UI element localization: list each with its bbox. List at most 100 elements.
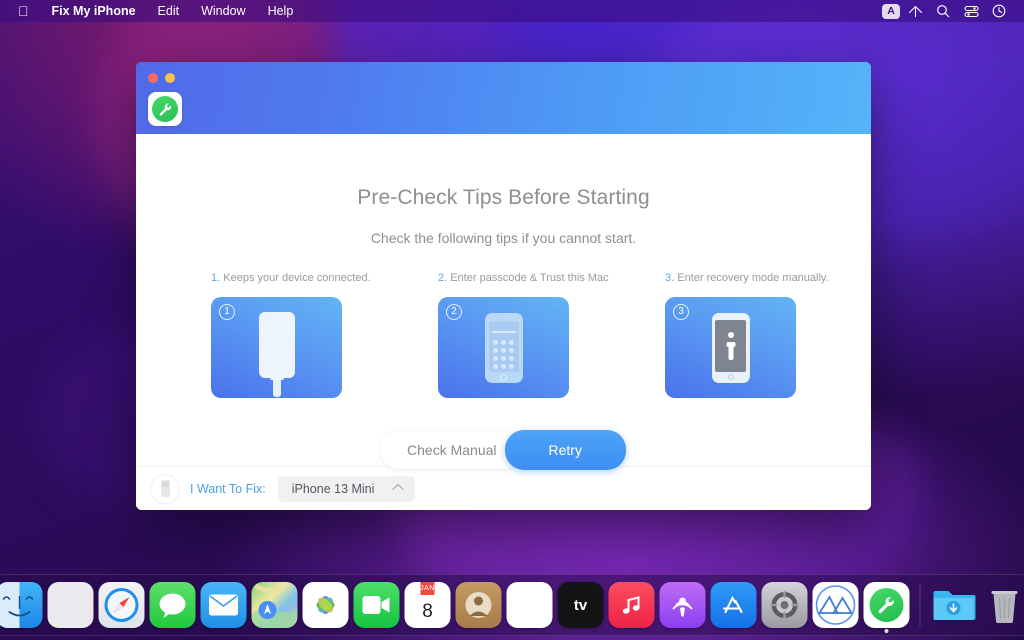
fix-my-iphone-icon <box>863 582 910 628</box>
tip-text-3: Enter recovery mode manually. <box>677 272 829 284</box>
window-titlebar <box>136 62 871 134</box>
running-indicator <box>884 629 889 633</box>
device-select-dropdown[interactable]: iPhone 13 Mini <box>277 475 416 502</box>
podcasts-icon <box>659 582 706 628</box>
notes-icon <box>506 582 553 628</box>
menu-item-help[interactable]: Help <box>257 0 305 22</box>
wifi-icon[interactable] <box>902 2 928 20</box>
calendar-month: JAN <box>420 582 435 595</box>
tip-card-1: 1 <box>211 297 342 398</box>
tip-number-2: 2. <box>438 272 448 284</box>
dock-item-apple-tv[interactable]: tv <box>557 582 604 628</box>
tip-item-2: 2. Enter passcode & Trust this Mac 2 <box>438 272 609 398</box>
tip-number-3: 3. <box>665 272 675 284</box>
dock-item-notes[interactable] <box>506 582 553 628</box>
dock-item-calendar[interactable]: JAN 8 <box>404 582 451 628</box>
apple-tv-label: tv <box>573 596 588 614</box>
minimize-button[interactable] <box>165 73 175 83</box>
tip-text-1: Keeps your device connected. <box>223 272 371 284</box>
siri-icon[interactable] <box>986 2 1012 20</box>
dock-item-contacts[interactable] <box>455 582 502 628</box>
calendar-day: 8 <box>422 600 433 622</box>
dock-item-facetime[interactable] <box>353 582 400 628</box>
tip-item-3: 3. Enter recovery mode manually. 3 <box>665 272 829 398</box>
close-button[interactable] <box>148 73 158 83</box>
dock-divider <box>919 584 921 626</box>
dock-item-podcasts[interactable] <box>659 582 706 628</box>
menu-bar-status-area: A <box>882 2 1016 20</box>
retry-button[interactable]: Retry <box>504 430 626 470</box>
dock-item-system-settings[interactable] <box>761 582 808 628</box>
app-cleaner-icon <box>812 582 859 628</box>
gear-icon <box>761 582 808 628</box>
tip-card-2: 2 <box>438 297 569 398</box>
finder-icon <box>0 582 43 628</box>
control-center-icon[interactable] <box>958 2 984 20</box>
check-manual-button[interactable]: Check Manual <box>381 431 523 469</box>
dock-item-launchpad[interactable] <box>47 582 94 628</box>
dock-item-app-store[interactable] <box>710 582 757 628</box>
traffic-lights <box>148 73 175 83</box>
action-buttons: Check Manual Retry <box>136 430 871 470</box>
dock-item-fix-my-iphone[interactable] <box>863 582 910 633</box>
dock-item-messages[interactable] <box>149 582 196 628</box>
maps-icon <box>251 582 298 628</box>
page-title: Pre-Check Tips Before Starting <box>357 186 650 209</box>
dock-item-music[interactable] <box>608 582 655 628</box>
search-icon[interactable] <box>930 2 956 20</box>
tip-number-1: 1. <box>211 272 221 284</box>
tips-list: 1. Keeps your device connected. 1 2. Ent… <box>136 272 871 398</box>
app-icon <box>148 92 182 126</box>
device-connector-icon <box>150 473 180 504</box>
window-footer: I Want To Fix: iPhone 13 Mini <box>136 466 871 510</box>
tip-badge-2: 2 <box>446 304 462 320</box>
menu-item-window[interactable]: Window <box>190 0 256 22</box>
photos-icon <box>302 582 349 628</box>
music-icon <box>608 582 655 628</box>
tip-badge-3: 3 <box>673 304 689 320</box>
dock-item-downloads[interactable] <box>931 582 977 628</box>
phone-passcode-icon <box>484 312 523 383</box>
menu-bar-left:  Fix My iPhone Edit Window Help <box>8 0 304 22</box>
dock-item-mail[interactable] <box>200 582 247 628</box>
phone-with-cable-icon <box>258 311 295 397</box>
page-subtitle: Check the following tips if you cannot s… <box>370 230 637 246</box>
messages-icon <box>149 582 196 628</box>
downloads-folder-icon <box>931 582 977 628</box>
phone-recovery-icon <box>711 312 750 383</box>
app-store-icon <box>710 582 757 628</box>
dock-item-photos[interactable] <box>302 582 349 628</box>
facetime-icon <box>353 582 400 628</box>
tip-label-2: 2. Enter passcode & Trust this Mac <box>438 272 609 284</box>
dock-item-finder[interactable] <box>0 582 43 628</box>
app-window: Pre-Check Tips Before Starting Check the… <box>136 62 871 510</box>
tip-item-1: 1. Keeps your device connected. 1 <box>211 272 371 398</box>
dock-item-app-cleaner[interactable] <box>812 582 859 628</box>
menu-item-edit[interactable]: Edit <box>147 0 191 22</box>
mail-icon <box>200 582 247 628</box>
dock-item-maps[interactable] <box>251 582 298 628</box>
tip-card-3: 3 <box>665 297 796 398</box>
calendar-icon: JAN 8 <box>404 582 451 628</box>
apple-logo-icon[interactable]:  <box>8 0 41 22</box>
tip-badge-1: 1 <box>219 304 235 320</box>
chevron-up-icon <box>392 483 405 494</box>
tip-label-3: 3. Enter recovery mode manually. <box>665 272 829 284</box>
dock: JAN 8 tv <box>0 574 1024 636</box>
window-content: Pre-Check Tips Before Starting Check the… <box>136 134 871 510</box>
contacts-icon <box>455 582 502 628</box>
tip-text-2: Enter passcode & Trust this Mac <box>450 272 609 284</box>
dock-item-safari[interactable] <box>98 582 145 628</box>
input-source-badge[interactable]: A <box>882 3 900 19</box>
menu-item-app[interactable]: Fix My iPhone <box>41 0 147 22</box>
safari-icon <box>98 582 145 628</box>
menu-bar:  Fix My iPhone Edit Window Help A <box>0 0 1024 22</box>
dock-item-trash[interactable] <box>982 582 1024 628</box>
launchpad-icon <box>47 582 94 628</box>
tip-label-1: 1. Keeps your device connected. <box>211 272 371 284</box>
selected-device-label: iPhone 13 Mini <box>291 481 375 496</box>
trash-icon <box>982 582 1024 628</box>
apple-tv-icon: tv <box>557 582 604 628</box>
wrench-icon <box>152 96 178 122</box>
fix-target-label: I Want To Fix: <box>190 481 266 496</box>
